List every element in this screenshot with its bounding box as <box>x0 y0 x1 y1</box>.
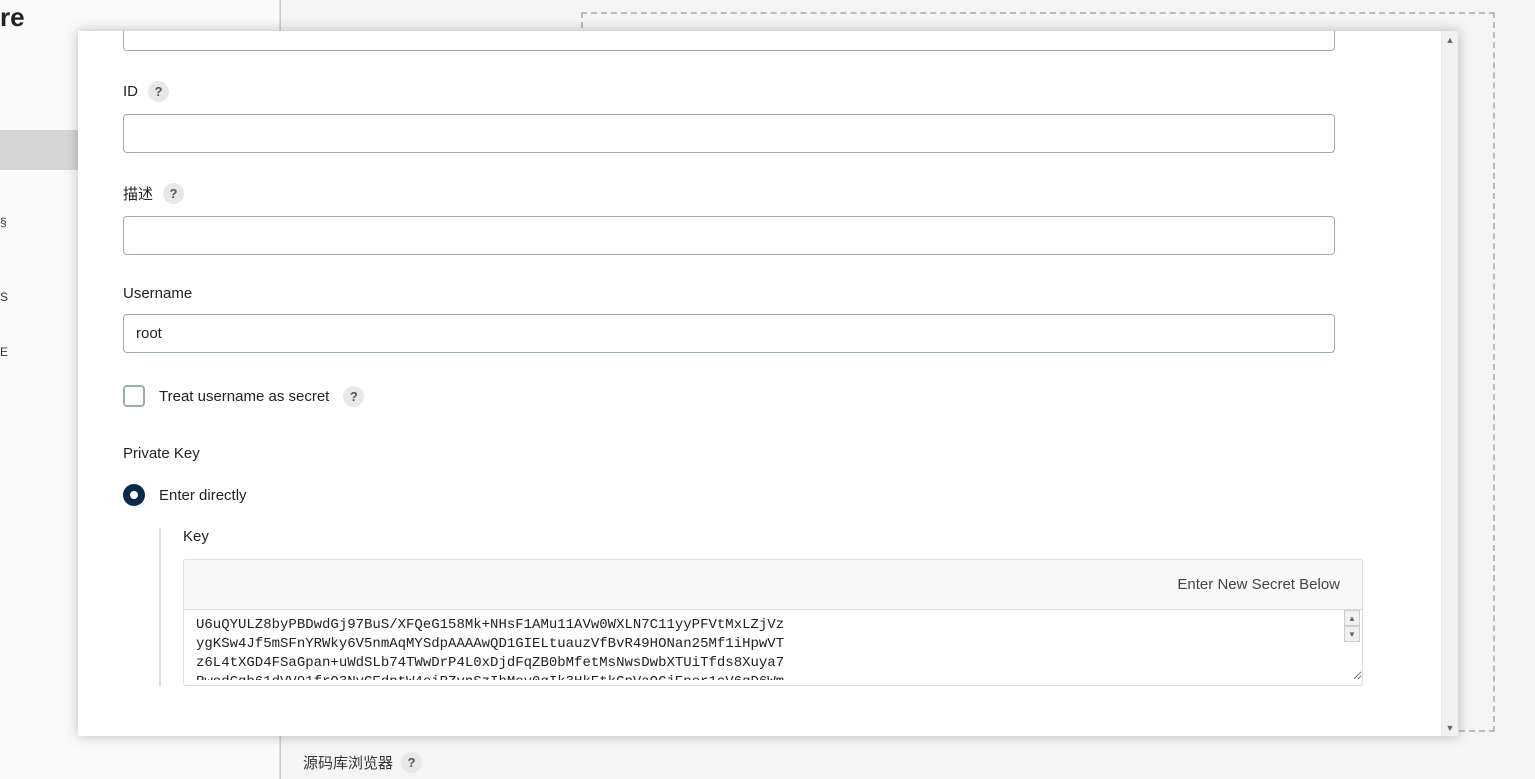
key-section: Key Enter New Secret Below ▲ ▼ <box>159 528 1396 686</box>
id-label-row: ID ? <box>123 81 1396 102</box>
repo-browser-label: 源码库浏览器 ? <box>303 752 422 773</box>
sidebar-item: E <box>0 345 8 359</box>
secret-box: Enter New Secret Below ▲ ▼ <box>183 559 1363 686</box>
key-label: Key <box>183 528 1396 545</box>
partial-top-input[interactable] <box>123 31 1335 51</box>
id-field-group: ID ? <box>123 81 1396 153</box>
treat-secret-row: Treat username as secret ? <box>123 385 1396 407</box>
secret-header: Enter New Secret Below <box>184 560 1362 610</box>
scroll-down-icon[interactable]: ▼ <box>1442 719 1458 736</box>
treat-secret-label: Treat username as secret <box>159 388 329 405</box>
sidebar-item: § <box>0 215 7 229</box>
treat-secret-checkbox[interactable] <box>123 385 145 407</box>
scroll-up-icon[interactable]: ▲ <box>1442 31 1458 48</box>
enter-directly-radio[interactable] <box>123 484 145 506</box>
help-icon[interactable]: ? <box>148 81 169 102</box>
secret-textarea[interactable] <box>184 610 1362 680</box>
username-label-row: Username <box>123 285 1396 302</box>
description-input[interactable] <box>123 216 1335 255</box>
private-key-label: Private Key <box>123 445 1396 462</box>
username-input[interactable] <box>123 314 1335 353</box>
modal-scrollbar[interactable]: ▲ ▼ <box>1441 31 1458 736</box>
help-icon[interactable]: ? <box>343 386 364 407</box>
id-label: ID <box>123 83 138 100</box>
description-field-group: 描述 ? <box>123 183 1396 255</box>
enter-directly-row: Enter directly <box>123 484 1396 506</box>
description-label: 描述 <box>123 183 153 204</box>
textarea-scroll: ▲ ▼ <box>1344 610 1360 650</box>
secret-textarea-wrap: ▲ ▼ <box>184 610 1362 685</box>
scroll-up-icon[interactable]: ▲ <box>1344 610 1360 626</box>
enter-directly-label: Enter directly <box>159 487 247 504</box>
id-input[interactable] <box>123 114 1335 153</box>
help-icon[interactable]: ? <box>401 752 422 773</box>
sidebar-item: S <box>0 290 8 304</box>
username-field-group: Username <box>123 285 1396 353</box>
radio-dot-icon <box>130 491 138 499</box>
scroll-down-icon[interactable]: ▼ <box>1344 626 1360 642</box>
logo-text: re <box>0 0 25 33</box>
description-label-row: 描述 ? <box>123 183 1396 204</box>
modal-content: ID ? 描述 ? Username Treat username as sec… <box>78 31 1441 736</box>
username-label: Username <box>123 285 192 302</box>
help-icon[interactable]: ? <box>163 183 184 204</box>
repo-browser-text: 源码库浏览器 <box>303 752 393 773</box>
credentials-modal: ID ? 描述 ? Username Treat username as sec… <box>78 31 1458 736</box>
